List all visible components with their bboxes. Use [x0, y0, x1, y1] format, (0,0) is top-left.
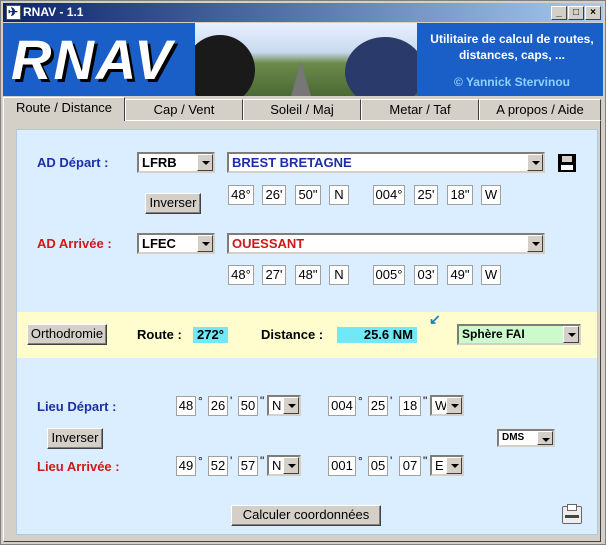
lieu-arrivee-lat-hemi-select[interactable]: N [267, 455, 301, 476]
arrivee-lat-min: 27' [262, 265, 286, 285]
chevron-down-icon[interactable] [563, 326, 579, 343]
inverser-ad-button[interactable]: Inverser [145, 193, 201, 214]
format-select[interactable]: DMS [497, 429, 555, 447]
cockpit-image [195, 23, 417, 96]
arrivee-lon-hemi: W [481, 265, 501, 285]
minimize-button[interactable]: _ [551, 6, 567, 20]
lieu-arrivee-label: Lieu Arrivée : [37, 459, 120, 474]
lieu-depart-lon-hemi-select[interactable]: W [430, 395, 464, 416]
depart-lat-hemi: N [329, 185, 349, 205]
chevron-down-icon[interactable] [283, 457, 299, 474]
arrow-icon: ↙ [429, 311, 441, 327]
printer-icon[interactable] [562, 504, 582, 524]
lieu-depart-lat-deg[interactable]: 48 [176, 396, 196, 416]
depart-lon-hemi: W [481, 185, 501, 205]
lieu-arrivee-lon-sec[interactable]: 07 [399, 456, 421, 476]
depart-lon-deg: 004° [373, 185, 405, 205]
lieu-arrivee-lat-sec[interactable]: 57 [238, 456, 258, 476]
tab-panel: AD Départ : LFRB BREST BRETAGNE 48° 26' … [3, 120, 601, 542]
depart-lat-min: 26' [262, 185, 286, 205]
arrivee-label: AD Arrivée : [37, 236, 112, 251]
result-band: Orthodromie Route : 272° Distance : 25.6… [17, 312, 597, 358]
chevron-down-icon[interactable] [446, 457, 462, 474]
orthodromie-button[interactable]: Orthodromie [27, 324, 107, 345]
tab-soleil-maj[interactable]: Soleil / Maj [243, 99, 361, 120]
lieu-depart-lon-min[interactable]: 25 [368, 396, 388, 416]
chevron-down-icon[interactable] [537, 431, 553, 445]
chevron-down-icon[interactable] [197, 154, 213, 171]
lieu-arrivee-lon-deg[interactable]: 001 [328, 456, 356, 476]
depart-lon-sec: 18" [447, 185, 473, 205]
route-value: 272° [193, 327, 228, 343]
lieu-depart-lat-sec[interactable]: 50 [238, 396, 258, 416]
chevron-down-icon[interactable] [527, 235, 543, 252]
lieu-depart-lon-sec[interactable]: 18 [399, 396, 421, 416]
distance-label: Distance : [261, 327, 324, 342]
arrivee-lon-min: 03' [414, 265, 438, 285]
calculer-coordonnees-button[interactable]: Calculer coordonnées [231, 505, 381, 526]
content-area: AD Départ : LFRB BREST BRETAGNE 48° 26' … [16, 129, 598, 535]
distance-value: 25.6 NM [337, 327, 417, 343]
banner-author: © Yannick Stervinou [454, 75, 570, 89]
lieu-depart-lon-deg[interactable]: 004 [328, 396, 356, 416]
chevron-down-icon[interactable] [283, 397, 299, 414]
logo: RNAV [11, 28, 174, 91]
lieu-depart-label: Lieu Départ : [37, 399, 117, 414]
lieu-depart-lat-hemi-select[interactable]: N [267, 395, 301, 416]
depart-label: AD Départ : [37, 155, 109, 170]
tab-metar-taf[interactable]: Metar / Taf [361, 99, 479, 120]
arrivee-lat-deg: 48° [228, 265, 254, 285]
lieu-arrivee-lat-min[interactable]: 52 [208, 456, 228, 476]
earth-model-select[interactable]: Sphère FAI [457, 324, 581, 345]
chevron-down-icon[interactable] [527, 154, 543, 171]
app-window: RNAV - 1.1 _ □ × RNAV Utilitaire de calc… [0, 0, 606, 545]
tab-route-distance[interactable]: Route / Distance [3, 97, 125, 121]
depart-lon-min: 25' [414, 185, 438, 205]
route-label: Route : [137, 327, 182, 342]
lieu-arrivee-lon-hemi-select[interactable]: E [430, 455, 464, 476]
window-title: RNAV - 1.1 [23, 5, 84, 19]
arrivee-lon-deg: 005° [373, 265, 405, 285]
depart-lat-deg: 48° [228, 185, 254, 205]
lieu-arrivee-lat-deg[interactable]: 49 [176, 456, 196, 476]
chevron-down-icon[interactable] [197, 235, 213, 252]
arrivee-lat-sec: 48" [295, 265, 321, 285]
arrivee-lon-sec: 49" [447, 265, 473, 285]
chevron-down-icon[interactable] [446, 397, 462, 414]
lieu-arrivee-lon-min[interactable]: 05 [368, 456, 388, 476]
save-icon[interactable] [558, 154, 576, 172]
arrivee-code-select[interactable]: LFEC [137, 233, 215, 254]
lieu-depart-lat-min[interactable]: 26 [208, 396, 228, 416]
tab-bar: Route / Distance Cap / Vent Soleil / Maj… [3, 97, 605, 121]
banner: RNAV Utilitaire de calcul de routes, dis… [3, 23, 603, 96]
arrivee-lat-hemi: N [329, 265, 349, 285]
tab-cap-vent[interactable]: Cap / Vent [125, 99, 243, 120]
depart-lat-sec: 50" [295, 185, 321, 205]
inverser-lieu-button[interactable]: Inverser [47, 428, 103, 449]
tab-apropos-aide[interactable]: A propos / Aide [479, 99, 601, 120]
arrivee-name-select[interactable]: OUESSANT [227, 233, 545, 254]
app-icon [6, 3, 21, 22]
depart-name-select[interactable]: BREST BRETAGNE [227, 152, 545, 173]
maximize-button[interactable]: □ [568, 6, 584, 20]
depart-code-select[interactable]: LFRB [137, 152, 215, 173]
title-bar: RNAV - 1.1 _ □ × [3, 3, 603, 22]
banner-description: Utilitaire de calcul de routes, distance… [430, 32, 594, 62]
close-button[interactable]: × [585, 6, 601, 20]
